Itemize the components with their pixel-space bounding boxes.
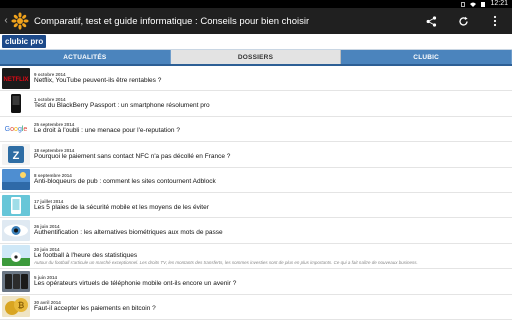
article-item[interactable]: 1 octobre 2014 Test du BlackBerry Passpor… (0, 91, 512, 117)
app-screen: 12:21 ‹ Comparatif, test et guide inform… (0, 0, 512, 320)
tab-dossiers[interactable]: DOSSIERS (170, 50, 342, 64)
article-item[interactable]: 20 juin 2014 Le football à l'heure des st… (0, 243, 512, 270)
article-thumbnail: Google (2, 118, 30, 140)
article-text: 1 octobre 2014 Test du BlackBerry Passpor… (34, 97, 512, 110)
clubic-pro-logo[interactable]: clubic pro (2, 35, 47, 48)
vibrate-icon (461, 1, 466, 7)
article-text: 9 octobre 2014 Netflix, YouTube peuvent-i… (34, 72, 512, 85)
article-item[interactable]: Z 18 septembre 2014 Pourquoi le paiement s… (0, 142, 512, 168)
page-title: Comparatif, test et guide informatique :… (34, 15, 310, 27)
article-thumbnail (2, 169, 30, 191)
article-title: Faut-il accepter les paiements en bitcoi… (34, 305, 156, 313)
article-text: 17 juillet 2014 Les 5 plaies de la sécuri… (34, 199, 512, 212)
article-title: Netflix, YouTube peuvent-ils être rentab… (34, 76, 162, 84)
article-title: Les 5 plaies de la sécurité mobile et le… (34, 203, 209, 211)
article-title: Le football à l'heure des statistiques (34, 251, 138, 259)
article-title: Les opérateurs virtuels de téléphonie mo… (34, 279, 237, 287)
refresh-icon[interactable] (456, 14, 470, 28)
article-title: Le droit à l'oubli : une menace pour l'e… (34, 127, 180, 135)
action-bar-buttons (424, 14, 502, 28)
tab-actualites[interactable]: ACTUALITÉS (0, 50, 171, 64)
article-thumbnail (2, 220, 30, 242)
article-excerpt: Autour du football s'articule un marché … (34, 259, 418, 265)
article-item[interactable]: ₿ 30 avril 2014 Faut-il accepter les paiem… (0, 294, 512, 320)
article-text: 30 avril 2014 Faut-il accepter les paieme… (34, 300, 512, 313)
article-item[interactable]: 17 juillet 2014 Les 5 plaies de la sécuri… (0, 192, 512, 219)
article-thumbnail: NETFLIX (2, 67, 30, 89)
status-time: 12:21 (490, 0, 508, 7)
article-title: Authentification : les alternatives biom… (34, 229, 223, 237)
article-title: Test du BlackBerry Passport : un smartph… (34, 102, 210, 110)
status-bar: 12:21 (0, 0, 512, 8)
article-item[interactable]: Google 25 septembre 2014 Le droit à l'oubl… (0, 116, 512, 143)
article-thumbnail: Z (2, 143, 30, 165)
article-text: 26 juin 2014 Authentification : les alter… (34, 224, 512, 237)
tab-bar: ACTUALITÉS DOSSIERS CLUBIC (0, 50, 512, 66)
overflow-menu-icon[interactable] (488, 14, 502, 28)
action-bar: ‹ Comparatif, test et guide informatique… (0, 8, 512, 34)
article-thumbnail (2, 194, 30, 216)
share-icon[interactable] (424, 14, 438, 28)
article-text: 8 septembre 2014 Anti-bloqueurs de pub : … (34, 173, 512, 186)
battery-icon (481, 1, 486, 7)
svg-text:₿: ₿ (18, 301, 25, 310)
svg-text:NETFLIX: NETFLIX (4, 77, 29, 83)
clubic-sun-icon[interactable] (10, 11, 30, 31)
svg-text:Z: Z (13, 150, 20, 162)
brand-strip: clubic pro (0, 34, 512, 50)
article-item[interactable]: 26 juin 2014 Authentification : les alter… (0, 218, 512, 244)
article-thumbnail: ₿ (2, 296, 30, 318)
article-text: 25 septembre 2014 Le droit à l'oubli : un… (34, 122, 512, 135)
article-thumbnail (2, 270, 30, 292)
article-list: NETFLIX 9 octobre 2014 Netflix, YouTube pe… (0, 66, 512, 320)
article-item[interactable]: 5 juin 2014 Les opérateurs virtuels de té… (0, 269, 512, 295)
article-item[interactable]: NETFLIX 9 octobre 2014 Netflix, YouTube pe… (0, 66, 512, 92)
article-text: 5 juin 2014 Les opérateurs virtuels de té… (34, 275, 512, 288)
wifi-icon (470, 2, 477, 7)
svg-text:Google: Google (5, 126, 28, 133)
tab-clubic[interactable]: CLUBIC (341, 50, 512, 64)
article-thumbnail (2, 245, 30, 267)
back-button[interactable]: ‹ (2, 8, 10, 34)
article-text: 18 septembre 2014 Pourquoi le paiement sa… (34, 148, 512, 161)
article-thumbnail (2, 93, 30, 115)
article-text: 20 juin 2014 Le football à l'heure des st… (34, 247, 512, 265)
article-item[interactable]: 8 septembre 2014 Anti-bloqueurs de pub : … (0, 167, 512, 193)
article-title: Pourquoi le paiement sans contact NFC n'… (34, 152, 231, 160)
article-title: Anti-bloqueurs de pub : comment les site… (34, 178, 216, 186)
